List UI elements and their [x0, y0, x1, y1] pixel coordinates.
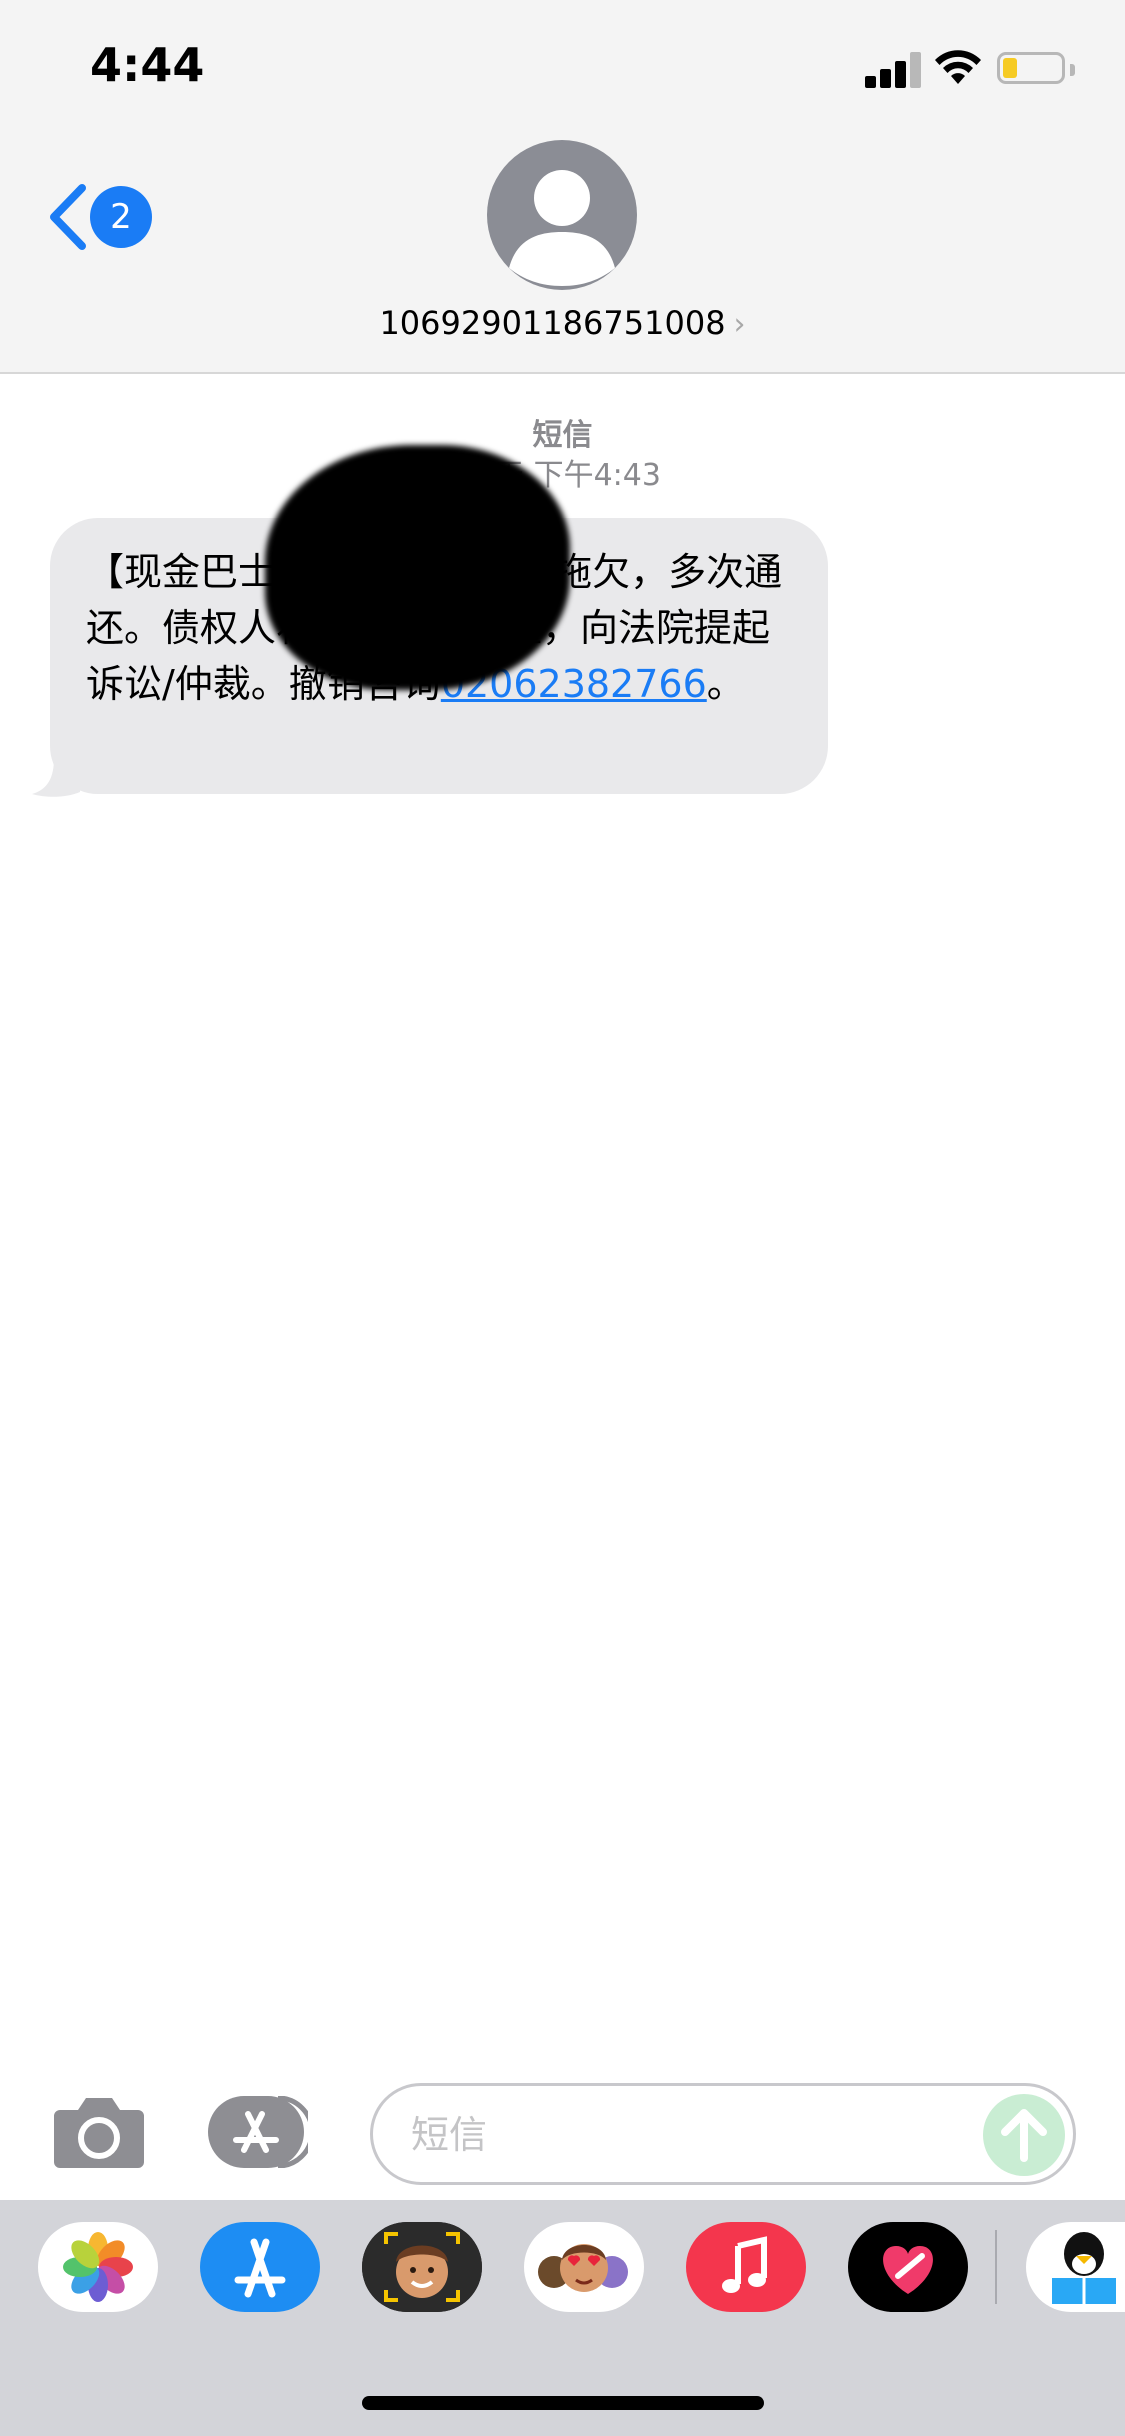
- music-app-icon[interactable]: [686, 2222, 806, 2312]
- chevron-right-icon: ›: [733, 307, 746, 342]
- contact-avatar[interactable]: [487, 140, 637, 290]
- arrow-up-icon: [1001, 2109, 1047, 2162]
- conversation-header: 4:44 2 10692901186751008 ›: [0, 0, 1125, 374]
- app-store-button[interactable]: [208, 2095, 315, 2169]
- message-service-label: 短信: [532, 418, 593, 453]
- message-input[interactable]: [409, 2102, 973, 2168]
- digital-touch-app-icon[interactable]: [848, 2222, 968, 2312]
- camera-icon[interactable]: [52, 2094, 146, 2170]
- music-note-icon: [722, 2236, 767, 2293]
- battery-cap: [1070, 64, 1075, 76]
- qq-penguin-icon: [1052, 2232, 1116, 2304]
- message-input-field[interactable]: [370, 2083, 1076, 2185]
- status-icons: [865, 48, 1085, 88]
- contact-name: 10692901186751008: [379, 304, 726, 342]
- qq-app-icon[interactable]: [1026, 2222, 1125, 2312]
- send-button[interactable]: [983, 2094, 1065, 2176]
- cellular-signal-icon: [865, 48, 925, 88]
- memoji-stickers-icon: [538, 2244, 628, 2292]
- photos-flower-icon: [63, 2232, 133, 2302]
- back-button[interactable]: 2: [48, 180, 158, 254]
- redaction-mark: [265, 445, 570, 690]
- wifi-icon: [935, 50, 981, 84]
- heart-icon: [883, 2246, 933, 2294]
- app-store-icon: [208, 2095, 315, 2169]
- memoji-face-icon: [362, 2222, 482, 2312]
- drawer-divider: [995, 2230, 997, 2304]
- contact-name-button[interactable]: 10692901186751008 ›: [0, 304, 1125, 342]
- message-ending: 。: [706, 662, 745, 706]
- photos-app-icon[interactable]: [38, 2222, 158, 2312]
- status-time: 4:44: [90, 38, 205, 92]
- unread-count-badge: 2: [90, 186, 152, 248]
- app-store-app-icon[interactable]: [200, 2222, 320, 2312]
- memoji-app-icon[interactable]: [362, 2222, 482, 2312]
- home-indicator: [362, 2396, 764, 2410]
- chevron-left-icon: [50, 184, 86, 250]
- message-timestamp: 今天 下午4:43: [464, 458, 661, 493]
- app-store-logo-icon: [234, 2238, 286, 2298]
- person-icon: [509, 170, 615, 286]
- battery-icon: [997, 52, 1065, 84]
- memoji-stickers-app-icon[interactable]: [524, 2222, 644, 2312]
